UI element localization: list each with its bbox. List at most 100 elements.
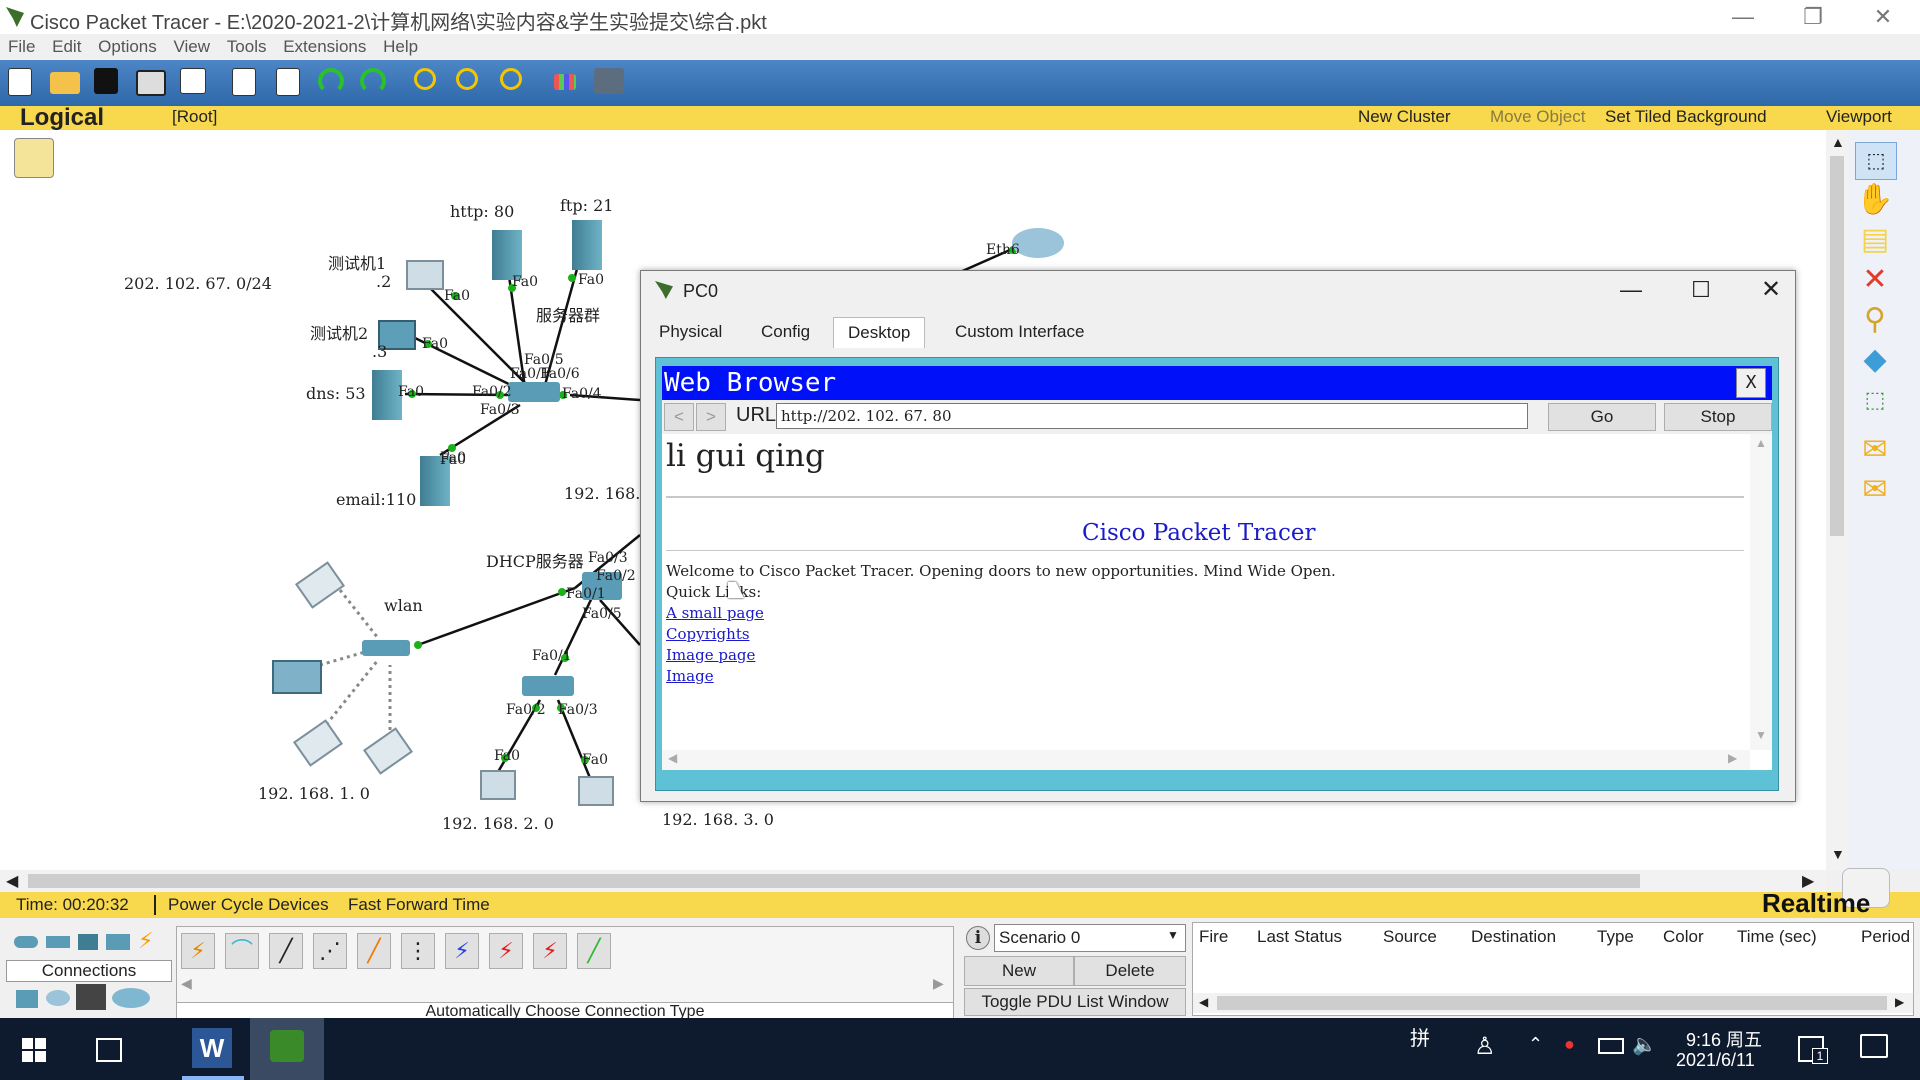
menu-extensions[interactable]: Extensions <box>277 34 372 60</box>
column-header[interactable]: Last Status <box>1257 927 1342 947</box>
vertical-scrollbar[interactable]: ▲ ▼ <box>1826 130 1848 870</box>
add-complex-pdu-icon[interactable]: ✉ <box>1855 472 1895 508</box>
close-button[interactable]: ✕ <box>1856 4 1910 30</box>
new-cluster-button[interactable]: New Cluster <box>1358 107 1451 127</box>
save-icon[interactable] <box>94 68 118 94</box>
power-cycle-devices-button[interactable]: Power Cycle Devices <box>168 895 329 915</box>
http-server[interactable] <box>492 230 522 280</box>
column-header[interactable]: Destination <box>1471 927 1556 947</box>
tab-config[interactable]: Config <box>747 317 824 347</box>
pdu-horizontal-scrollbar[interactable]: ◀ ▶ <box>1193 993 1913 1013</box>
people-icon[interactable]: ♙ <box>1474 1032 1496 1061</box>
action-center-icon[interactable] <box>1860 1034 1888 1058</box>
crossover-cable-icon[interactable]: ⋰ <box>313 933 347 969</box>
taskbar-clock-date[interactable]: 2021/6/11 <box>1676 1050 1755 1071</box>
back-button[interactable]: < <box>664 403 694 431</box>
web-page-content[interactable]: li gui qing Cisco Packet Tracer Welcome … <box>662 434 1772 770</box>
connection-scroll-right[interactable]: ▶ <box>933 975 944 992</box>
inspect-icon[interactable]: ⚲ <box>1855 302 1895 338</box>
battery-icon[interactable] <box>1598 1038 1624 1054</box>
menu-view[interactable]: View <box>168 34 217 60</box>
scroll-left-arrow[interactable]: ◀ <box>1199 995 1208 1009</box>
scroll-left-arrow[interactable]: ◀ <box>6 871 18 891</box>
scroll-up-arrow[interactable]: ▲ <box>1831 134 1845 150</box>
delete-scenario-button[interactable]: Delete <box>1074 956 1186 986</box>
qq-tray-icon[interactable]: ● <box>1564 1034 1575 1055</box>
pdu-scroll-thumb[interactable] <box>1217 996 1887 1010</box>
scenario-info-icon[interactable]: i <box>966 926 990 950</box>
column-header[interactable]: Color <box>1663 927 1704 947</box>
server-switch[interactable] <box>508 382 560 402</box>
open-folder-icon[interactable] <box>50 72 80 94</box>
realtime-mode-label[interactable]: Realtime <box>1762 888 1870 919</box>
copy-icon[interactable] <box>232 68 256 96</box>
task-view-icon[interactable] <box>96 1038 122 1062</box>
forward-button[interactable]: > <box>696 403 726 431</box>
redo-icon[interactable] <box>360 68 386 94</box>
ftp-server[interactable] <box>572 220 602 270</box>
zoom-out-icon[interactable] <box>500 68 522 90</box>
minimize-button[interactable]: — <box>1716 4 1770 30</box>
ime-indicator[interactable]: 拼 <box>1410 1022 1430 1051</box>
lan2-switch[interactable] <box>522 676 574 696</box>
scroll-left-arrow[interactable]: ◀ <box>668 751 677 765</box>
place-note-icon[interactable]: ▤ <box>1855 222 1895 258</box>
wireless-category-icon[interactable] <box>106 934 130 950</box>
coaxial-cable-icon[interactable]: ⚡ <box>445 933 479 969</box>
logical-mode-label[interactable]: Logical <box>20 104 104 132</box>
scenario-select[interactable]: Scenario 0 ▼ <box>994 924 1186 952</box>
pc0-close-button[interactable]: ✕ <box>1751 275 1791 303</box>
straight-through-cable-icon[interactable]: ╱ <box>269 933 303 969</box>
activity-wizard-icon[interactable] <box>180 68 206 94</box>
serial-dte-cable-icon[interactable]: ⚡ <box>533 933 567 969</box>
column-header[interactable]: Period <box>1861 927 1910 947</box>
tab-desktop[interactable]: Desktop <box>833 317 926 348</box>
vertical-scroll-thumb[interactable] <box>1830 156 1844 536</box>
add-simple-pdu-icon[interactable]: ✉ <box>1855 432 1895 468</box>
wireless-laptop[interactable] <box>272 660 322 694</box>
move-layout-hand-icon[interactable]: ✋ <box>1855 182 1895 218</box>
undo-icon[interactable] <box>318 68 344 94</box>
phone-cable-icon[interactable]: ⋮ <box>401 933 435 969</box>
new-file-icon[interactable] <box>8 68 32 96</box>
octal-cable-icon[interactable]: ╱ <box>577 933 611 969</box>
zoom-reset-icon[interactable] <box>456 68 478 90</box>
delete-icon[interactable]: ✕ <box>1855 262 1895 298</box>
select-icon[interactable]: ⬚ <box>1855 142 1897 180</box>
column-header[interactable]: Type <box>1597 927 1634 947</box>
link-image-page[interactable]: Image page <box>666 646 755 664</box>
router-category-icon[interactable] <box>14 936 38 948</box>
tab-custom-interface[interactable]: Custom Interface <box>941 317 1098 347</box>
console-cable-icon[interactable]: ⌒ <box>225 933 259 969</box>
tab-physical[interactable]: Physical <box>645 317 736 347</box>
access-point[interactable] <box>362 640 410 656</box>
pc-category-icon[interactable] <box>16 990 38 1008</box>
menu-help[interactable]: Help <box>377 34 424 60</box>
resize-shape-icon[interactable]: ⬚ <box>1855 382 1895 418</box>
device-dialog-icon[interactable] <box>594 68 624 94</box>
menu-options[interactable]: Options <box>92 34 163 60</box>
palette-icon[interactable] <box>554 74 576 90</box>
content-vertical-scrollbar[interactable]: ▲ ▼ <box>1750 434 1772 750</box>
pc0-maximize-button[interactable]: ☐ <box>1681 277 1721 305</box>
multiuser-category-icon[interactable] <box>112 988 150 1008</box>
column-header[interactable]: Source <box>1383 927 1437 947</box>
print-icon[interactable] <box>136 70 166 96</box>
connections-category-icon[interactable]: ⚡ <box>138 930 162 952</box>
horizontal-scroll-thumb[interactable] <box>28 874 1640 888</box>
draw-shape-icon[interactable]: ◆ <box>1855 342 1895 378</box>
test-pc-1[interactable] <box>406 260 444 290</box>
column-header[interactable]: Fire <box>1199 927 1228 947</box>
hub-category-icon[interactable] <box>78 934 98 950</box>
lan2-pc-1[interactable] <box>480 770 516 800</box>
scroll-right-arrow[interactable]: ▶ <box>1895 995 1904 1009</box>
root-breadcrumb[interactable]: [Root] <box>172 107 217 127</box>
connection-scroll-left[interactable]: ◀ <box>181 975 192 992</box>
set-tiled-background-button[interactable]: Set Tiled Background <box>1605 107 1767 127</box>
serial-dce-cable-icon[interactable]: ⚡ <box>489 933 523 969</box>
cloud-category-icon[interactable] <box>46 990 70 1006</box>
volume-icon[interactable]: 🔈 <box>1632 1032 1657 1057</box>
zoom-in-icon[interactable] <box>414 68 436 90</box>
pc0-minimize-button[interactable]: — <box>1611 277 1651 305</box>
move-object-button[interactable]: Move Object <box>1490 107 1585 127</box>
